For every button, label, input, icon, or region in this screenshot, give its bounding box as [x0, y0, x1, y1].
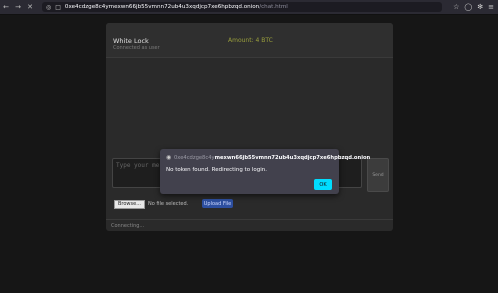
- upload-file-button[interactable]: Upload File: [202, 199, 233, 208]
- shield-icon[interactable]: ◯: [464, 0, 472, 14]
- connection-status: Connecting...: [106, 219, 393, 231]
- menu-icon[interactable]: ≡: [488, 0, 494, 14]
- no-file-label: No file selected.: [147, 201, 189, 207]
- user-name: White Lock: [113, 37, 149, 45]
- lock-icon: □: [55, 3, 61, 11]
- amount-label: Amount: 4 BTC: [228, 37, 273, 44]
- send-button[interactable]: Send: [367, 158, 389, 192]
- file-picker: Browse... No file selected.: [114, 199, 188, 209]
- alert-dialog: ◉ 0xe4cdzge8c4ymexwn66jb55vmnn72ub4u3xqd…: [160, 149, 370, 194]
- user-status: Connected as user: [113, 45, 160, 51]
- forward-icon[interactable]: →: [12, 0, 24, 14]
- chat-panel: White Lock Connected as user Amount: 4 B…: [106, 23, 393, 231]
- onion-icon: ◎: [46, 3, 52, 11]
- back-icon[interactable]: ←: [0, 0, 12, 14]
- dialog-origin-host: mexwn66jb55vmnn72ub4u3xqdjcp7xe6hpbzqd.o…: [214, 155, 371, 161]
- ok-button[interactable]: OK: [314, 179, 332, 190]
- dialog-origin-prefix: 0xe4cdzge8c4y: [174, 155, 215, 161]
- url-path: /chat.html: [259, 4, 288, 10]
- page-content: White Lock Connected as user Amount: 4 B…: [0, 15, 498, 293]
- globe-icon: ◉: [166, 154, 172, 161]
- bookmark-star-icon[interactable]: ☆: [453, 0, 459, 14]
- url-bar[interactable]: ◎ □ 0xe4cdzge8c4ymexwn66jb55vmnn72ub4u3x…: [42, 2, 442, 12]
- close-icon[interactable]: ✕: [24, 0, 36, 14]
- dialog-origin: 0xe4cdzge8c4ymexwn66jb55vmnn72ub4u3xqdjc…: [174, 155, 370, 161]
- browser-toolbar: ← → ✕ ◎ □ 0xe4cdzge8c4ymexwn66jb55vmnn72…: [0, 0, 498, 15]
- chat-header: White Lock Connected as user Amount: 4 B…: [106, 23, 393, 58]
- browse-button[interactable]: Browse...: [114, 199, 145, 209]
- extensions-icon[interactable]: ✻: [477, 0, 483, 14]
- url-host: 0xe4cdzge8c4ymexwn66jb55vmnn72ub4u3xqdjc…: [64, 4, 260, 10]
- dialog-message: No token found. Redirecting to login.: [166, 167, 267, 173]
- message-list: [106, 57, 393, 157]
